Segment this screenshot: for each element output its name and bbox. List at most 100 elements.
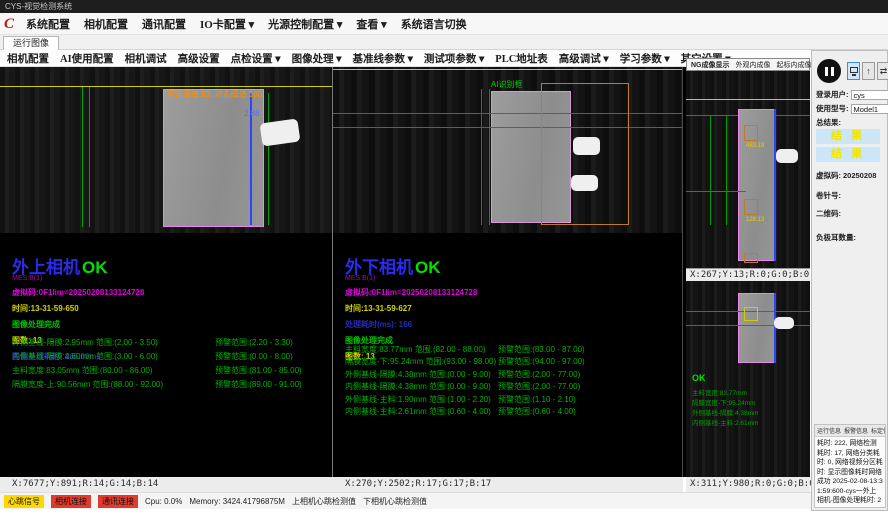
- result-box-lower: 结 果: [816, 147, 880, 162]
- tool-advanced-settings[interactable]: 高级设置: [178, 51, 220, 66]
- tab-strip: 运行图像: [0, 35, 888, 50]
- lower-heartbeat-value: 下相机心跳检测值: [363, 496, 427, 507]
- pause-icon: [831, 67, 834, 76]
- tool-baseline-params[interactable]: 基准线参数 ▾: [352, 51, 412, 66]
- ai-detect-box: [744, 253, 758, 263]
- measure-line-text: 外侧基线-隔膜:4.38mm: [692, 407, 758, 417]
- measure-line: [333, 113, 682, 114]
- result-box-upper: 结 果: [816, 129, 880, 144]
- tab-blob: [571, 175, 598, 191]
- menu-camera-config[interactable]: 相机配置: [77, 16, 135, 32]
- warn-range: 预警范围:(2.20 - 3.30): [215, 337, 293, 348]
- menu-language-switch[interactable]: 系统语言切换: [394, 16, 474, 32]
- measurement-row: 隔膜宽度-上:90.56mm 范围:(88.00 - 92.00)预警范围:(8…: [12, 377, 302, 391]
- measurement-row: 主料宽度:83.77mm 范围:(82.00 - 88.00)预警范围:(83.…: [345, 343, 585, 356]
- tool-learning-params[interactable]: 学习参数 ▾: [620, 51, 670, 66]
- menu-bar: C 系统配置 相机配置 通讯配置 IO卡配置 ▾ 光源控制配置 ▾ 查看 ▾ 系…: [0, 13, 888, 35]
- swap-arrows-icon: ⇄: [880, 66, 888, 76]
- warn-range: 预警范围:(0.60 - 4.00): [498, 406, 576, 417]
- measurement-row: 外侧基线-隔膜:2.95mm 范围:(2.00 - 3.50)预警范围:(2.2…: [12, 335, 302, 349]
- monitor-icon: [850, 67, 858, 73]
- tab-alarm-info[interactable]: 报警信息: [844, 426, 868, 435]
- tab-outer-view[interactable]: 外观内成像: [736, 60, 771, 70]
- lower-camera-view: AI识别框 外下相机OK MES:B(1) 虚拟码:0F1Iim=2025020…: [333, 67, 683, 477]
- side-camera-column: NG成像显示 外观内成像 起标内成像 483.19 128.13 X:267;Y…: [686, 58, 810, 477]
- barcode-label: 虚拟码:: [816, 170, 841, 181]
- virtual-code: 虚拟码:0F1Iim=20250208133124728: [12, 287, 144, 298]
- pause-button[interactable]: [817, 59, 841, 83]
- tab-calib-info[interactable]: 标定信息: [871, 426, 886, 435]
- virtual-code: 虚拟码:0F1Iim=20250208133124728: [345, 287, 477, 298]
- measure-line: [686, 191, 746, 192]
- tool-image-processing[interactable]: 图像处理 ▾: [292, 51, 342, 66]
- menu-comm-config[interactable]: 通讯配置: [135, 16, 193, 32]
- capture-button[interactable]: ↑: [862, 62, 875, 80]
- qr-row: 二维码:: [816, 208, 841, 219]
- measure-line: [333, 127, 682, 128]
- model-field[interactable]: Model1: [851, 104, 888, 114]
- measure-overlay: 2.88: [244, 109, 260, 118]
- measurement-row: 隔膜宽度-下:95.24mm 范围:(93.00 - 98.00)预警范围:(9…: [345, 356, 585, 369]
- threshold-overlay: 固定阈值:93, 动态阈值:100: [167, 89, 262, 100]
- warn-range: 预警范围:(0.00 - 8.00): [215, 351, 293, 362]
- model-label: 使用型号:: [816, 103, 849, 114]
- tool-camera-debug[interactable]: 相机调试: [125, 51, 167, 66]
- reference-line: [0, 86, 332, 87]
- measurement-row: 外侧基线-主料:1.90mm 范围:(1.00 - 2.20)预警范围:(1.1…: [345, 393, 585, 406]
- baseline-marker: [726, 115, 727, 225]
- camera-view-button[interactable]: [847, 62, 860, 80]
- total-result-row: 总结果:: [816, 117, 841, 128]
- tool-spot-check[interactable]: 点检设置 ▾: [231, 51, 281, 66]
- login-user-field[interactable]: cys: [851, 90, 888, 100]
- edge-marker: [268, 93, 269, 225]
- side-camera-image-bottom[interactable]: OK 主料宽度:83.77mm 隔膜宽度-下:95.24mm 外侧基线-隔膜:4…: [686, 281, 810, 477]
- tab-ng-display[interactable]: NG成像显示: [691, 60, 730, 70]
- view-toggle-buttons: ↑ ⇄: [847, 62, 888, 80]
- tab-blob: [260, 118, 301, 146]
- tab-run-info[interactable]: 运行信息: [817, 426, 841, 435]
- app-logo-icon: C: [4, 15, 14, 33]
- tab-count-label: 负极耳数量:: [816, 232, 856, 243]
- upper-camera-image[interactable]: 固定阈值:93, 动态阈值:100 2.88: [0, 67, 332, 233]
- warn-range: 预警范围:(1.10 - 2.10): [498, 394, 576, 405]
- menu-light-config[interactable]: 光源控制配置 ▾: [261, 16, 349, 32]
- measurement-row: 内侧基线-隔膜:4.38mm 范围:(0.00 - 9.00)预警范围:(2.0…: [345, 381, 585, 394]
- tab-run-image[interactable]: 运行图像: [3, 36, 59, 50]
- menu-io-config[interactable]: IO卡配置 ▾: [193, 16, 261, 32]
- tool-test-params[interactable]: 测试项参数 ▾: [424, 51, 484, 66]
- tab-blob: [573, 137, 600, 155]
- measurement-row: 内侧基线-隔膜:4.60mm 范围:(3.00 - 6.00)预警范围:(0.0…: [12, 349, 302, 363]
- switch-view-button[interactable]: ⇄: [877, 62, 888, 80]
- baseline-marker: [89, 87, 90, 227]
- tool-advanced-debug[interactable]: 高级调试 ▾: [559, 51, 609, 66]
- side-camera-image-top[interactable]: 483.19 128.13: [686, 71, 810, 268]
- warn-range: 预警范围:(94.00 - 97.00): [498, 356, 585, 367]
- measurement-value: 外侧基线-主料:1.90mm 范围:(1.00 - 2.20): [345, 394, 498, 405]
- process-elapsed: 处理耗时(ms): 166: [345, 319, 477, 330]
- menu-system-config[interactable]: 系统配置: [19, 16, 77, 32]
- info-tabs: 运行信息 报警信息 标定信息: [815, 425, 885, 437]
- warn-range: 预警范围:(2.00 - 77.00): [498, 381, 580, 392]
- upper-camera-view: 固定阈值:93, 动态阈值:100 2.88 外上相机OK MES:B(1) 虚…: [0, 67, 333, 477]
- material-region: [738, 293, 776, 363]
- tool-plc-address[interactable]: PLC地址表: [495, 51, 548, 66]
- tool-camera-config[interactable]: 相机配置: [7, 51, 49, 66]
- upper-measurement-list: 外侧基线-隔膜:2.95mm 范围:(2.00 - 3.50)预警范围:(2.2…: [12, 335, 302, 391]
- measurement-row: 内侧基线-主料:2.61mm 范围:(0.60 - 4.00)预警范围:(0.6…: [345, 406, 585, 419]
- run-info-text: 耗时: 222, 网络检测耗时: 17, 网络分类耗时: 0, 网络视频分区耗时…: [815, 437, 885, 508]
- tab-mark-view[interactable]: 起标内成像: [777, 60, 812, 70]
- measurement-row: 主料宽度:83.05mm 范围:(80.00 - 86.00)预警范围:(81.…: [12, 363, 302, 377]
- spindle-label: 卷针号:: [816, 190, 841, 201]
- pause-icon: [825, 67, 828, 76]
- tab-blob: [776, 149, 798, 163]
- comm-connect-badge: 通讯连接: [98, 495, 138, 508]
- reference-line: [686, 99, 810, 100]
- window-title: CYS-视觉检测系统: [5, 2, 72, 11]
- measurement-value: 主料宽度:83.05mm 范围:(80.00 - 86.00): [12, 365, 215, 376]
- heartbeat-badge: 心跳信号: [4, 495, 44, 508]
- measurement-value: 隔膜宽度-下:95.24mm 范围:(93.00 - 98.00): [345, 356, 498, 367]
- lower-camera-image[interactable]: AI识别框: [333, 67, 682, 233]
- menu-view[interactable]: 查看 ▾: [349, 16, 393, 32]
- tool-ai-config[interactable]: AI使用配置: [60, 51, 114, 66]
- barcode-value: 20250208: [843, 171, 876, 180]
